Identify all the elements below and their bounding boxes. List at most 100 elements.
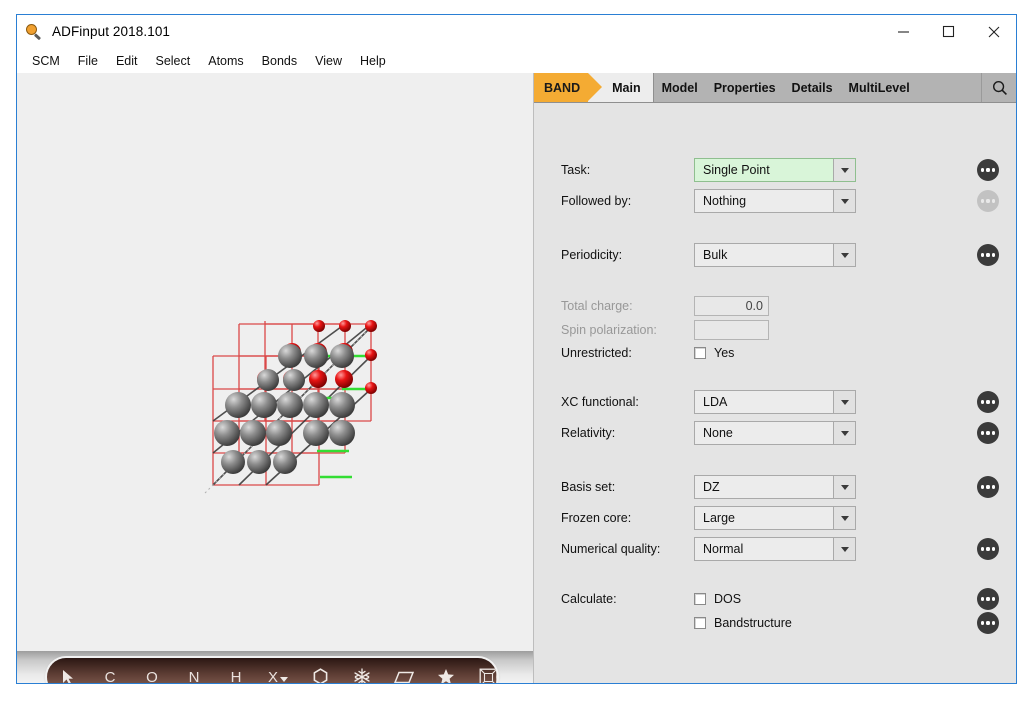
periodicity-help-button[interactable] [977,244,999,266]
task-dropdown[interactable]: Single Point [694,158,856,182]
close-button[interactable] [971,15,1016,48]
followed-by-value: Nothing [695,194,833,208]
relativity-help-button[interactable] [977,422,999,444]
basis-set-dropdown[interactable]: DZ [694,475,856,499]
search-icon[interactable] [981,73,1017,102]
frozen-core-dropdown-arrow[interactable] [833,507,855,529]
tab-properties[interactable]: Properties [706,73,784,102]
numerical-quality-dropdown[interactable]: Normal [694,537,856,561]
oxygen-tool[interactable]: O [131,658,173,684]
menu-item-scm[interactable]: SCM [23,51,69,71]
hydrogen-tool[interactable]: H [215,658,257,684]
task-dropdown-arrow[interactable] [833,159,855,181]
maximize-button[interactable] [926,15,971,48]
dos-checkbox-box[interactable] [694,593,706,605]
bandstructure-checkbox-box[interactable] [694,617,706,629]
dos-checkbox-label: DOS [714,592,741,606]
menu-item-bonds[interactable]: Bonds [253,51,306,71]
menu-item-view[interactable]: View [306,51,351,71]
xc-functional-dropdown-arrow[interactable] [833,391,855,413]
star-icon [437,668,455,684]
followed-by-dropdown-arrow[interactable] [833,190,855,212]
numerical-quality-value: Normal [695,542,833,556]
nitrogen-tool[interactable]: N [173,658,215,684]
tab-details[interactable]: Details [784,73,841,102]
followed-by-help-button [977,190,999,212]
dos-help-button[interactable] [977,588,999,610]
tab-bar: BAND Main Model Properties Details Multi… [534,73,1017,103]
periodicity-dropdown[interactable]: Bulk [694,243,856,267]
menu-item-edit[interactable]: Edit [107,51,147,71]
title-bar: ADFinput 2018.101 [17,15,1016,48]
xc-functional-value: LDA [695,395,833,409]
numerical-quality-help-button[interactable] [977,538,999,560]
relativity-label: Relativity: [561,426,615,440]
bandstructure-help-button[interactable] [977,612,999,634]
relativity-dropdown-arrow[interactable] [833,422,855,444]
periodicity-dropdown-arrow[interactable] [833,244,855,266]
cursor-arrow-icon [61,669,75,684]
drawing-toolbar[interactable]: C O N H X [47,658,497,684]
field-calculate-bandstructure: Bandstructure [534,611,1017,635]
favorite-tool[interactable] [425,658,467,684]
task-help-button[interactable] [977,159,999,181]
xc-functional-dropdown[interactable]: LDA [694,390,856,414]
molecule-canvas[interactable] [17,73,533,651]
select-arrow-tool[interactable] [47,658,89,684]
carbon-tool[interactable]: C [89,658,131,684]
crystal-lattice-render [17,73,533,651]
relativity-value: None [695,426,833,440]
carbon-label: C [105,669,116,685]
box-tool[interactable] [467,658,497,684]
molecule-viewer[interactable]: C O N H X [17,73,533,684]
xc-functional-help-button[interactable] [977,391,999,413]
field-total-charge: Total charge: 0.0 [534,294,1017,318]
calculate-label: Calculate: [561,592,617,606]
numerical-quality-label: Numerical quality: [561,542,660,556]
followed-by-dropdown[interactable]: Nothing [694,189,856,213]
periodicity-label: Periodicity: [561,248,622,262]
field-periodicity: Periodicity: Bulk [534,243,1017,267]
basis-set-help-button[interactable] [977,476,999,498]
menu-item-help[interactable]: Help [351,51,395,71]
followed-by-label: Followed by: [561,194,631,208]
menu-item-file[interactable]: File [69,51,107,71]
unrestricted-checkbox-box[interactable] [694,347,706,359]
other-element-label: X [268,669,278,685]
oxygen-label: O [146,669,158,685]
tab-model[interactable]: Model [654,73,706,102]
relativity-dropdown[interactable]: None [694,421,856,445]
spin-polarization-label: Spin polarization: [561,323,657,337]
field-unrestricted: Unrestricted: Yes [534,341,1017,365]
unrestricted-checkbox[interactable]: Yes [694,346,734,360]
main-content: C O N H X [17,73,1016,684]
task-label: Task: [561,163,590,177]
bandstructure-checkbox[interactable]: Bandstructure [694,616,792,630]
other-element-tool[interactable]: X [257,658,299,684]
parallelogram-icon [394,670,414,685]
hydrogen-label: H [231,669,242,685]
basis-set-dropdown-arrow[interactable] [833,476,855,498]
tab-multilevel[interactable]: MultiLevel [841,73,918,102]
menu-item-atoms[interactable]: Atoms [199,51,252,71]
snowflake-tool[interactable] [341,658,383,684]
frozen-core-dropdown[interactable]: Large [694,506,856,530]
xc-functional-label: XC functional: [561,395,639,409]
total-charge-label: Total charge: [561,299,633,313]
periodicity-value: Bulk [695,248,833,262]
basis-set-value: DZ [695,480,833,494]
basis-set-label: Basis set: [561,480,615,494]
plane-tool[interactable] [383,658,425,684]
numerical-quality-dropdown-arrow[interactable] [833,538,855,560]
ring-tool[interactable] [299,658,341,684]
band-badge: BAND [534,73,588,102]
total-charge-input[interactable]: 0.0 [694,296,769,316]
spin-polarization-input[interactable] [694,320,769,340]
field-spin-polarization: Spin polarization: [534,318,1017,342]
minimize-button[interactable] [881,15,926,48]
window-title: ADFinput 2018.101 [52,24,170,39]
dos-checkbox[interactable]: DOS [694,592,741,606]
field-calculate-dos: Calculate: DOS [534,587,1017,611]
menu-item-select[interactable]: Select [146,51,199,71]
snowflake-icon [353,668,371,684]
